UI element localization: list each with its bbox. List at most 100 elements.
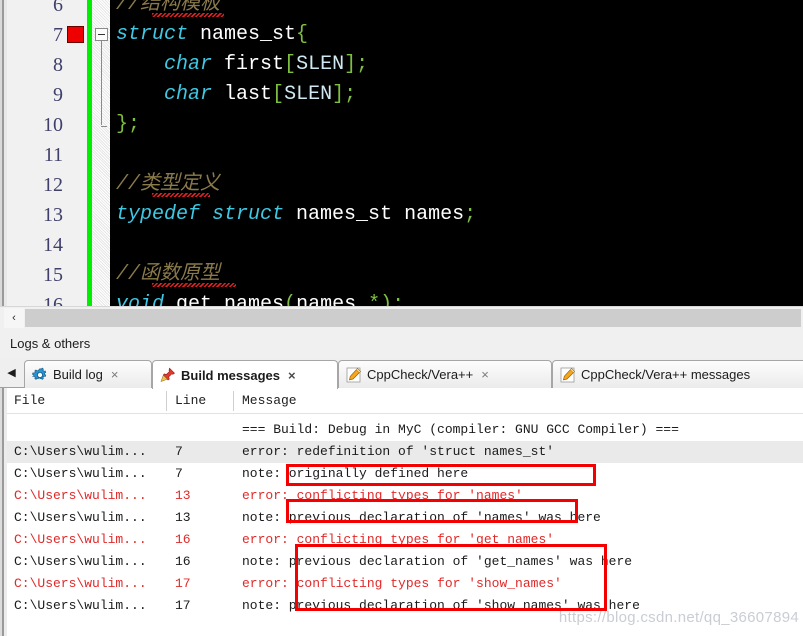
code-line[interactable]: //结构模板 — [116, 0, 220, 20]
cell-message: note: previous declaration of 'get_names… — [242, 554, 633, 569]
tab-label: Build log — [53, 367, 103, 382]
column-header-line[interactable]: Line — [175, 388, 206, 413]
code-editor[interactable]: 6 7 8 9 10 11 12 13 14 15 16 //结构模板 struct names_st… — [0, 0, 803, 306]
table-row[interactable]: C:\Users\wulim... 16 note: previous declar… — [7, 551, 803, 573]
cell-file: C:\Users\wulim... — [14, 532, 147, 547]
column-header-file[interactable]: File — [14, 388, 45, 413]
code-token: ] — [332, 83, 345, 106]
code-token: ( — [284, 293, 297, 306]
code-line[interactable]: void get_names(names *); — [116, 290, 404, 306]
cell-line: 16 — [175, 554, 191, 569]
tab-cppcheck-vera[interactable]: CppCheck/Vera++ × — [338, 360, 552, 388]
logs-tab-strip: ◀ Build log × Build messages × CppCheck/Vera… — [0, 358, 803, 389]
line-number: 8 — [53, 54, 63, 76]
logs-and-others-pane: Logs & others ◀ Build log × Build messages… — [0, 332, 803, 636]
close-icon[interactable]: × — [111, 368, 119, 381]
tab-label: CppCheck/Vera++ — [367, 367, 474, 382]
pencil-icon — [346, 367, 362, 383]
editor-code-area[interactable]: //结构模板 struct names_st{ char first[SLEN];… — [110, 0, 803, 306]
cell-line: 17 — [175, 598, 191, 613]
column-header-message[interactable]: Message — [242, 388, 297, 413]
cell-file: C:\Users\wulim... — [14, 598, 147, 613]
table-row[interactable]: C:\Users\wulim... 13 note: previous declar… — [7, 507, 803, 529]
code-token: SLEN — [284, 83, 333, 106]
cell-file: C:\Users\wulim... — [14, 466, 147, 481]
cell-message: note: previous declaration of 'names' wa… — [242, 510, 601, 525]
table-row[interactable]: C:\Users\wulim... 13 error: conflicting ty… — [7, 485, 803, 507]
code-token: typedef — [116, 203, 201, 226]
cell-line: 7 — [175, 466, 183, 481]
tab-build-messages[interactable]: Build messages × — [152, 360, 338, 389]
code-line[interactable]: }; — [116, 110, 140, 140]
editor-line-number-gutter: 6 7 8 9 10 11 12 13 14 15 16 — [7, 0, 87, 306]
cell-line: 13 — [175, 488, 191, 503]
tab-label: Build messages — [181, 367, 280, 383]
code-token: ; — [128, 113, 141, 136]
line-number: 10 — [43, 114, 63, 136]
pencil-icon — [560, 367, 576, 383]
code-token: void — [116, 293, 165, 306]
tab-cppcheck-vera-messages[interactable]: CppCheck/Vera++ messages — [552, 360, 803, 388]
cell-message: === Build: Debug in MyC (compiler: GNU G… — [242, 422, 679, 437]
code-token: names — [296, 293, 369, 306]
build-messages-table[interactable]: File Line Message === Build: Debug in MyC … — [0, 388, 803, 636]
column-separator[interactable] — [233, 391, 234, 411]
error-marker-icon[interactable] — [67, 26, 84, 43]
code-token: } — [116, 113, 129, 136]
logs-pane-title: Logs & others — [0, 332, 803, 356]
codeblocks-window: 6 7 8 9 10 11 12 13 14 15 16 //结构模板 struct names_st… — [0, 0, 803, 636]
editor-horizontal-scrollbar[interactable]: ‹ — [0, 306, 803, 328]
table-row[interactable]: === Build: Debug in MyC (compiler: GNU G… — [7, 419, 803, 441]
tab-scroll-left-icon[interactable]: ◀ — [2, 360, 21, 386]
cell-message: error: conflicting types for 'show_names… — [242, 576, 562, 591]
table-header-row: File Line Message — [7, 388, 803, 414]
watermark-text: https://blog.csdn.net/qq_36607894 — [558, 609, 799, 626]
code-line[interactable]: struct names_st{ — [116, 20, 308, 50]
cell-message: note: originally defined here — [242, 466, 469, 481]
tab-label: CppCheck/Vera++ messages — [581, 367, 751, 382]
scrollbar-track[interactable] — [25, 309, 801, 327]
table-left-border — [0, 388, 7, 636]
tab-build-log[interactable]: Build log × — [24, 360, 152, 388]
line-number: 13 — [43, 204, 63, 226]
code-line[interactable]: typedef struct names_st names; — [116, 200, 476, 230]
line-number: 16 — [43, 294, 63, 306]
table-row[interactable]: C:\Users\wulim... 7 error: redefinition of… — [7, 441, 803, 463]
cell-line: 16 — [175, 532, 191, 547]
editor-fold-margin[interactable] — [92, 0, 110, 306]
code-token: struct — [116, 23, 189, 46]
code-line[interactable]: char last[SLEN]; — [116, 80, 356, 110]
line-number: 6 — [53, 0, 63, 16]
spellcheck-squiggle — [152, 193, 210, 197]
code-token: ] — [344, 53, 357, 76]
line-number: 14 — [43, 234, 63, 256]
fold-end-marker — [101, 126, 107, 127]
cell-file: C:\Users\wulim... — [14, 510, 147, 525]
code-token: [ — [284, 53, 297, 76]
fold-line — [101, 41, 102, 125]
line-number: 7 — [53, 24, 63, 46]
code-token: first — [212, 53, 285, 76]
cell-line: 7 — [175, 444, 183, 459]
cell-line: 17 — [175, 576, 191, 591]
cell-file: C:\Users\wulim... — [14, 576, 147, 591]
table-row[interactable]: C:\Users\wulim... 17 error: conflicting ty… — [7, 573, 803, 595]
line-number: 12 — [43, 174, 63, 196]
scroll-left-arrow-icon[interactable]: ‹ — [4, 308, 24, 328]
code-token: ; — [356, 53, 369, 76]
table-row[interactable]: C:\Users\wulim... 16 error: conflicting ty… — [7, 529, 803, 551]
close-icon[interactable]: × — [481, 368, 489, 381]
code-token: struct — [212, 203, 285, 226]
line-number: 9 — [53, 84, 63, 106]
cell-message: error: redefinition of 'struct names_st' — [242, 444, 555, 459]
spellcheck-squiggle — [152, 283, 236, 287]
code-line[interactable]: char first[SLEN]; — [116, 50, 368, 80]
close-icon[interactable]: × — [288, 369, 296, 382]
code-token: last — [212, 83, 273, 106]
fold-collapse-icon[interactable] — [95, 28, 108, 41]
column-separator[interactable] — [166, 391, 167, 411]
table-row[interactable]: C:\Users\wulim... 7 note: originally defin… — [7, 463, 803, 485]
